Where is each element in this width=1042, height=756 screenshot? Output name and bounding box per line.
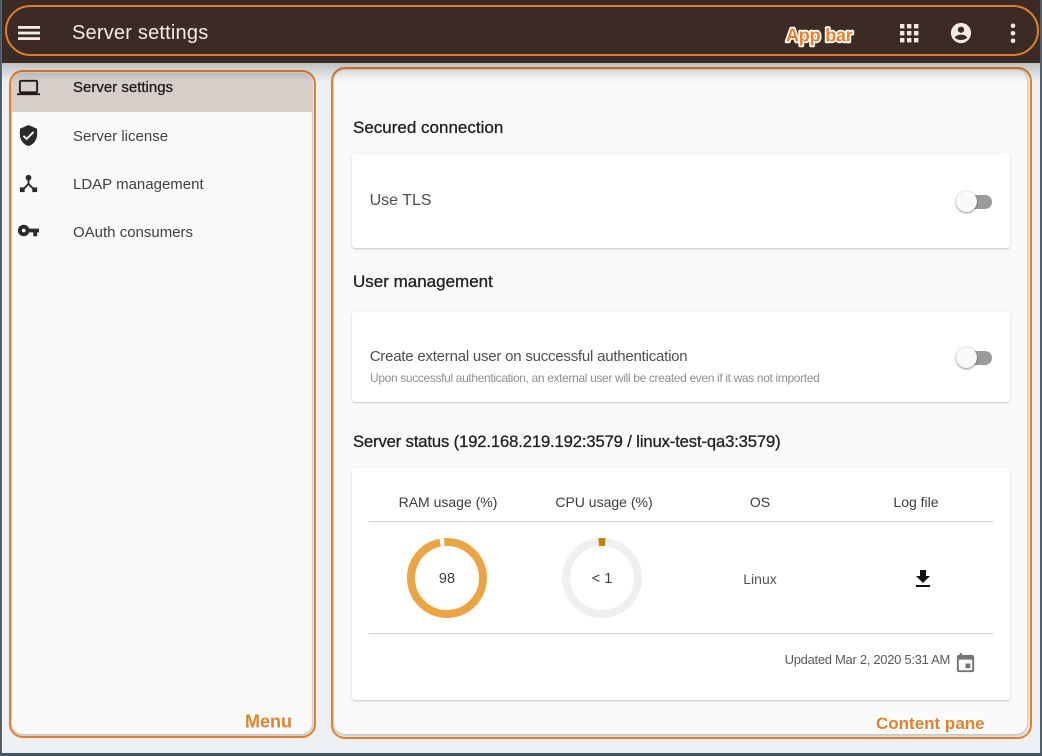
svg-text:< 1: < 1 (592, 571, 613, 587)
svg-text:Menu: Menu (245, 712, 292, 732)
svg-text:Content pane: Content pane (876, 714, 985, 733)
svg-text:App bar: App bar (786, 26, 853, 46)
svg-text:98: 98 (439, 571, 455, 587)
